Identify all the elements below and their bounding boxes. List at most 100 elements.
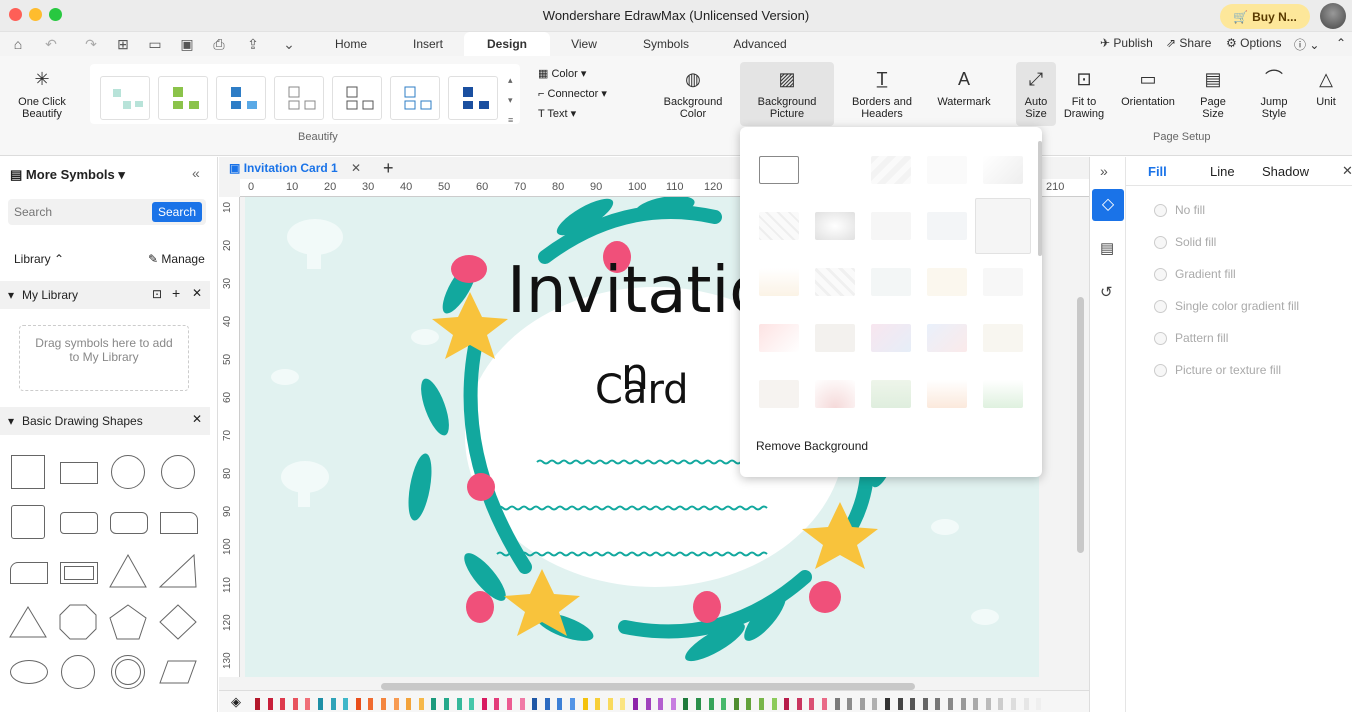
home-icon[interactable]: ⌂ (9, 35, 27, 53)
color-swatch[interactable] (746, 698, 752, 710)
background-thumbnail[interactable] (871, 268, 911, 296)
add-icon[interactable]: + (172, 285, 180, 301)
background-thumbnail[interactable] (759, 156, 799, 184)
background-picture-button[interactable]: ▨ Background Picture (740, 62, 834, 126)
color-swatch[interactable] (708, 698, 714, 710)
close-tab-icon[interactable]: ✕ (351, 161, 361, 175)
parallelogram-shape[interactable] (158, 657, 198, 687)
color-swatch[interactable] (444, 698, 449, 710)
jump-style-button[interactable]: ⌒ Jump Style (1254, 68, 1294, 120)
connector-button[interactable]: ⌐ Connector ▾ (538, 88, 607, 100)
rounded-rect-2-shape[interactable] (110, 512, 148, 534)
close-panel-icon[interactable]: ✕ (1342, 163, 1352, 179)
vertical-scrollbar[interactable] (1077, 297, 1084, 553)
color-swatch[interactable] (343, 698, 349, 710)
color-swatch[interactable] (305, 698, 311, 710)
one-click-beautify-button[interactable]: ✳ One Click Beautify (12, 68, 72, 120)
close-icon[interactable]: ✕ (192, 412, 202, 426)
color-swatch[interactable] (796, 698, 802, 710)
color-swatch[interactable] (406, 698, 412, 710)
color-swatch[interactable] (507, 698, 512, 710)
color-swatch[interactable] (255, 698, 260, 710)
remove-background-button[interactable]: Remove Background (756, 439, 868, 453)
help-button[interactable]: ⓘ ⌄ (1294, 36, 1319, 53)
undo-icon[interactable]: ↶ (42, 35, 60, 53)
background-thumbnail[interactable] (759, 380, 799, 408)
color-swatch[interactable] (418, 698, 424, 710)
color-swatch[interactable] (280, 698, 286, 710)
rounded-rectangle-shape[interactable] (60, 512, 98, 534)
color-swatch[interactable] (733, 698, 739, 710)
print-icon[interactable]: ⎙ (210, 35, 228, 53)
tab-shadow[interactable]: Shadow (1262, 164, 1309, 179)
color-swatch[interactable] (645, 698, 651, 710)
color-swatch[interactable] (721, 698, 727, 710)
color-swatch[interactable] (330, 698, 336, 710)
color-swatch[interactable] (456, 698, 462, 710)
color-swatch[interactable] (494, 698, 500, 710)
color-swatch[interactable] (910, 698, 916, 710)
style-thumbnail[interactable] (158, 76, 208, 120)
diamond-shape[interactable] (158, 603, 198, 641)
fill-panel-icon[interactable]: ◇ (1092, 189, 1124, 221)
color-swatch[interactable] (759, 698, 764, 710)
color-swatch[interactable] (658, 698, 664, 710)
auto-size-button[interactable]: ⤢ Auto Size (1016, 62, 1056, 126)
style-thumbnail[interactable] (100, 76, 150, 120)
open-folder-icon[interactable]: ▭ (146, 35, 164, 53)
my-library-header[interactable]: ▾ My Library ⊡ + ✕ (0, 281, 210, 309)
color-swatch[interactable] (822, 698, 827, 710)
collapse-panel-icon[interactable]: « (192, 165, 200, 181)
color-swatch[interactable] (607, 698, 613, 710)
text-button[interactable]: T Text ▾ (538, 108, 576, 120)
tab-line[interactable]: Line (1210, 164, 1235, 179)
orientation-button[interactable]: ▭ Orientation (1118, 68, 1178, 108)
background-thumbnail[interactable] (815, 324, 855, 352)
color-swatch[interactable] (620, 698, 626, 710)
more-icon[interactable]: ⌄ (280, 35, 298, 53)
redo-icon[interactable]: ↷ (82, 35, 100, 53)
triangle-shape[interactable] (108, 553, 148, 591)
color-swatch[interactable] (834, 698, 840, 710)
document-tab[interactable]: ▣ Invitation Card 1 ✕ (229, 157, 361, 179)
background-thumbnail[interactable] (871, 380, 911, 408)
rectangle-shape[interactable] (60, 462, 98, 484)
octagon-shape[interactable] (58, 603, 98, 641)
background-thumbnail[interactable] (927, 212, 967, 240)
color-swatch[interactable] (318, 698, 323, 710)
options-button[interactable]: ⚙ Options (1226, 36, 1281, 50)
triangle-2-shape[interactable] (8, 605, 48, 641)
dropdown-scrollbar[interactable] (1038, 141, 1042, 256)
color-swatch[interactable] (532, 698, 538, 710)
background-thumbnail[interactable] (759, 212, 799, 240)
color-swatch[interactable] (481, 698, 487, 710)
oval-shape[interactable] (10, 660, 48, 684)
borders-headers-button[interactable]: T̲ Borders and Headers (846, 68, 918, 120)
color-swatch[interactable] (935, 698, 941, 710)
ellipse-shape[interactable] (161, 455, 195, 489)
horizontal-scrollbar[interactable] (381, 683, 915, 690)
donut-shape[interactable] (111, 655, 145, 689)
color-swatch[interactable] (393, 698, 399, 710)
background-thumbnail[interactable] (815, 268, 855, 296)
background-thumbnail[interactable] (983, 380, 1023, 408)
background-thumbnail[interactable] (815, 212, 855, 240)
right-triangle-shape[interactable] (158, 553, 198, 591)
export-icon[interactable]: ⇪ (244, 35, 262, 53)
buy-now-button[interactable]: 🛒 Buy N... (1220, 4, 1310, 29)
background-thumbnail[interactable] (983, 156, 1023, 184)
background-thumbnail[interactable] (983, 324, 1023, 352)
color-swatch[interactable] (368, 698, 374, 710)
color-swatch[interactable] (267, 698, 273, 710)
color-swatch[interactable] (948, 698, 953, 710)
color-swatch[interactable] (771, 698, 777, 710)
color-swatch[interactable] (544, 698, 550, 710)
style-thumbnail[interactable] (216, 76, 266, 120)
background-thumbnail[interactable] (815, 156, 855, 184)
watermark-button[interactable]: A Watermark (932, 68, 996, 108)
color-swatch[interactable] (355, 698, 361, 710)
round-corner-shape[interactable] (10, 562, 48, 584)
solid-fill-option[interactable]: Solid fill (1154, 235, 1216, 250)
pattern-fill-option[interactable]: Pattern fill (1154, 331, 1228, 346)
snip-rect-shape[interactable] (160, 512, 198, 534)
